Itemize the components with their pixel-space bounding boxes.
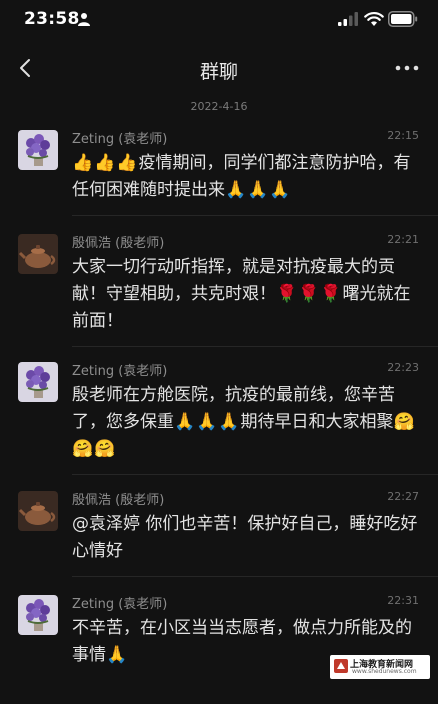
emoji-icon: 🙏: [247, 180, 269, 200]
message-divider: [72, 576, 438, 577]
emoji-icon: 🌹: [298, 284, 320, 304]
emoji-icon: 🙏: [269, 180, 291, 200]
wifi-icon: [364, 12, 384, 26]
sender-name: Zeting (袁老师): [72, 132, 168, 147]
emoji-icon: 🌹: [320, 284, 342, 304]
emoji-icon: 🙏: [174, 412, 196, 432]
battery-icon: [388, 11, 418, 27]
sender-name: 殷佩浩 (殷老师): [72, 493, 165, 508]
nav-bar: 群聊: [0, 44, 438, 94]
emoji-icon: 👍: [94, 153, 116, 173]
emoji-icon: 🌹: [276, 284, 298, 304]
message-time: 22:21: [387, 233, 419, 246]
sender-name: 殷佩浩 (殷老师): [72, 236, 165, 251]
message-time: 22:15: [387, 129, 419, 142]
status-time: 23:58: [24, 9, 80, 29]
message-text: @袁泽婷 你们也辛苦！保护好自己，睡好吃好心情好: [72, 511, 422, 565]
teapot-avatar[interactable]: [18, 234, 58, 274]
message-divider: [72, 346, 438, 347]
emoji-icon: 🙏: [196, 412, 218, 432]
message-text: 殷老师在方舱医院，抗疫的最前线，您辛苦了，您多保重🙏🙏🙏期待早日和大家相聚🤗🤗🤗: [72, 382, 422, 463]
sender-name: Zeting (袁老师): [72, 597, 168, 612]
date-separator: 2022-4-16: [190, 100, 248, 113]
flower-avatar[interactable]: [18, 362, 58, 402]
flower-avatar[interactable]: [18, 130, 58, 170]
message-text: 大家一切行动听指挥，就是对抗疫最大的贡献！守望相助，共克时艰！🌹🌹🌹曙光就在前面…: [72, 254, 422, 335]
message-text-segment: 期待早日和大家相聚: [240, 412, 394, 432]
emoji-icon: 🙏: [225, 180, 247, 200]
message-time: 22:27: [387, 490, 419, 503]
chat-title: 群聊: [199, 61, 238, 83]
emoji-icon: 🤗: [94, 439, 116, 459]
emoji-icon: 🙏: [218, 412, 240, 432]
message-text-segment: @袁泽婷 你们也辛苦！保护好自己，睡好吃好心情好: [72, 514, 418, 561]
sender-name: Zeting (袁老师): [72, 364, 168, 379]
message-time: 22:31: [387, 594, 419, 607]
flower-avatar[interactable]: [18, 595, 58, 635]
person-icon: [78, 13, 90, 26]
message-text: 👍👍👍疫情期间，同学们都注意防护哈，有任何困难随时提出来🙏🙏🙏: [72, 150, 422, 204]
news-logo-icon: [334, 659, 348, 673]
teapot-avatar[interactable]: [18, 491, 58, 531]
message-divider: [72, 474, 438, 475]
emoji-icon: 🤗: [72, 439, 94, 459]
status-bar: 23:58: [0, 0, 438, 40]
watermark-url: www.shedunews.com: [352, 668, 417, 675]
message-divider: [72, 215, 438, 216]
emoji-icon: 👍: [116, 153, 138, 173]
more-options-icon[interactable]: [394, 58, 420, 78]
cellular-signal-icon: [338, 12, 358, 26]
news-watermark: 上海教育新闻网 www.shedunews.com: [330, 655, 430, 679]
emoji-icon: 🙏: [106, 645, 128, 665]
emoji-icon: 👍: [72, 153, 94, 173]
emoji-icon: 🤗: [393, 412, 415, 432]
message-time: 22:23: [387, 361, 419, 374]
